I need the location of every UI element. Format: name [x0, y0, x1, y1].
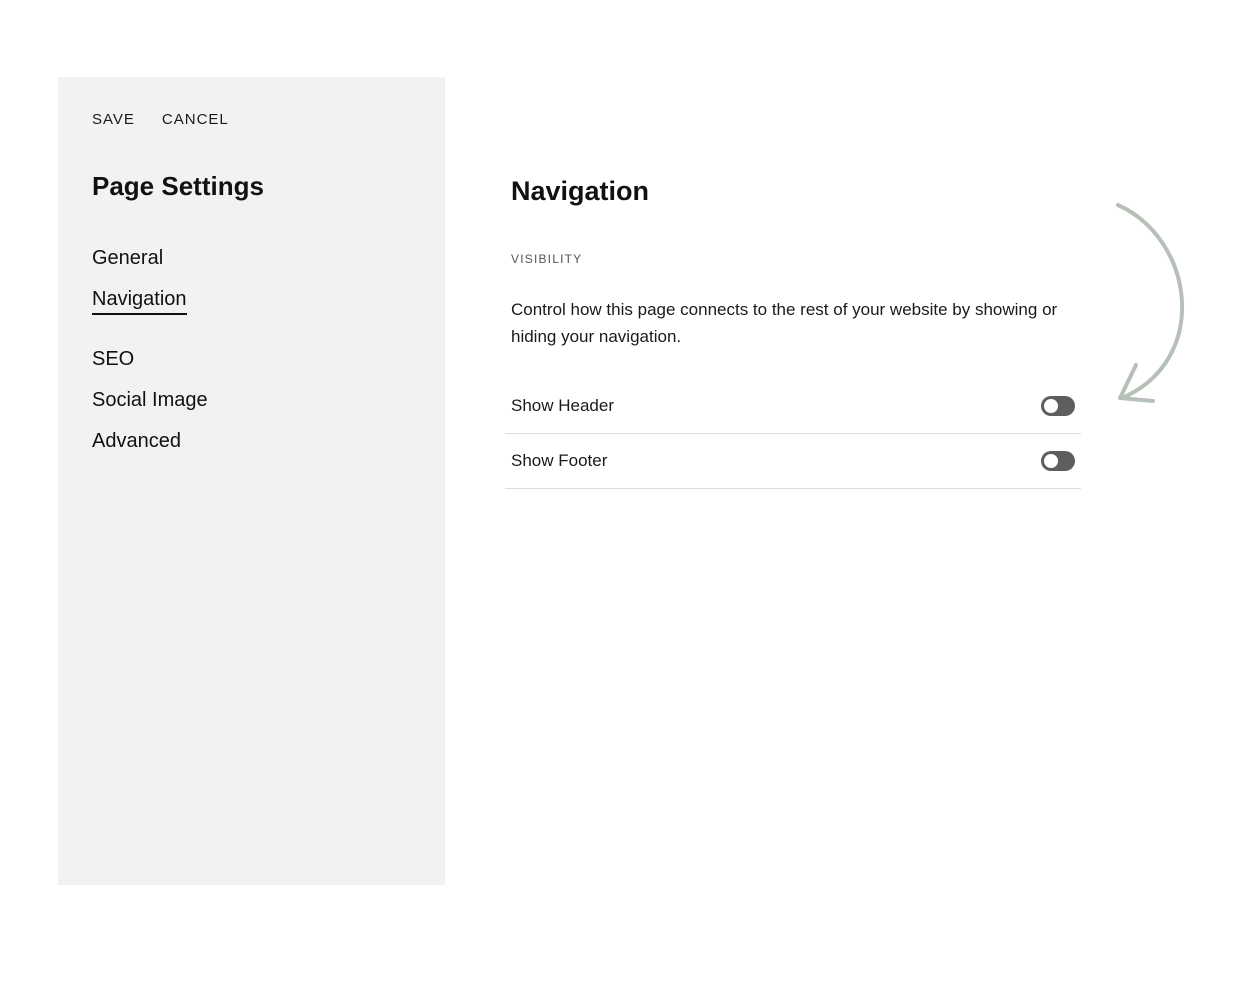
toggle-knob [1044, 399, 1058, 413]
panel-title: Page Settings [92, 171, 264, 201]
show-header-row: Show Header [505, 379, 1081, 434]
show-header-toggle[interactable] [1041, 396, 1075, 416]
save-button[interactable]: SAVE [92, 111, 135, 128]
visibility-label: VISIBILITY [511, 252, 583, 266]
settings-sidebar: SAVE CANCEL Page Settings General Naviga… [58, 77, 445, 885]
sidebar-item-label: SEO [92, 348, 135, 370]
sidebar-item-label: Advanced [92, 430, 181, 452]
sidebar-item-general[interactable]: General [92, 245, 208, 286]
toggle-knob [1044, 454, 1058, 468]
section-title: Navigation [511, 176, 650, 206]
sidebar-item-advanced[interactable]: Advanced [92, 428, 208, 469]
sidebar-item-seo[interactable]: SEO [92, 346, 208, 387]
sidebar-item-social-image[interactable]: Social Image [92, 387, 208, 428]
show-footer-label: Show Footer [511, 451, 608, 470]
curved-arrow-icon [1116, 203, 1184, 403]
show-footer-row: Show Footer [505, 434, 1081, 489]
settings-nav: General Navigation SEO Social Image Adva… [92, 245, 208, 469]
section-description: Control how this page connects to the re… [511, 300, 1058, 346]
sidebar-item-navigation[interactable]: Navigation [92, 286, 208, 346]
sidebar-actions: SAVE CANCEL [92, 111, 229, 128]
sidebar-item-label: General [92, 247, 164, 269]
sidebar-item-label: Social Image [92, 389, 208, 411]
show-header-label: Show Header [511, 396, 615, 415]
show-footer-toggle[interactable] [1041, 451, 1075, 471]
sidebar-item-label: Navigation [92, 288, 187, 315]
cancel-button[interactable]: CANCEL [162, 111, 229, 128]
page-settings-screen: SAVE CANCEL Page Settings General Naviga… [0, 0, 1250, 1000]
